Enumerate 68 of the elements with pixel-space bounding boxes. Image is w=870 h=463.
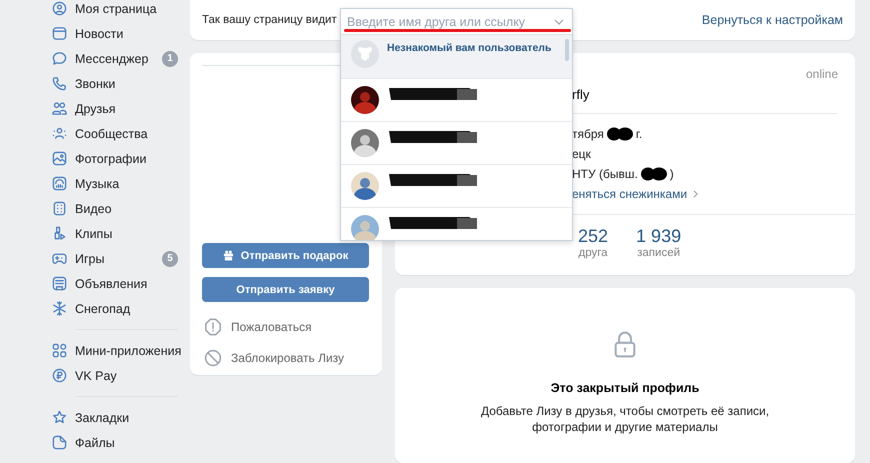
sidebar-item[interactable]: VK Pay [52, 363, 190, 388]
dropdown-item[interactable] [341, 122, 572, 165]
chevron-icon [693, 190, 698, 198]
count-badge: 1 [162, 50, 178, 66]
dropdown-item[interactable]: Незнакомый вам пользователь [341, 35, 572, 79]
sidebar-item[interactable]: Сообщества [52, 121, 190, 146]
action-button[interactable]: Отправить подарок [202, 243, 369, 268]
profile-name: rfly [572, 87, 590, 102]
info-text: НТУ (бывш. [572, 167, 638, 181]
redaction-mark [606, 127, 633, 141]
gift-icon [222, 250, 234, 261]
back-to-settings-link[interactable]: Вернуться к настройкам [702, 13, 843, 27]
ruble-icon [52, 368, 67, 383]
info-text: тября [572, 127, 604, 141]
sidebar-item[interactable]: Моя страница [52, 0, 190, 21]
community-icon [52, 126, 67, 141]
info-text: ) [670, 167, 674, 181]
sidebar-item[interactable]: Файлы [52, 430, 190, 455]
info-text: г. [636, 127, 642, 141]
sidebar-item[interactable]: Мессенджер 1 [52, 46, 190, 71]
dropdown-item[interactable] [341, 79, 572, 122]
snowflake-icon [52, 301, 67, 316]
count-badge: 5 [162, 250, 178, 266]
sidebar-item[interactable]: Фотографии [52, 146, 190, 171]
viewer-label: Так вашу страницу видит [202, 14, 337, 26]
ads-icon [52, 276, 67, 291]
online-status: online [806, 67, 838, 81]
news-icon [52, 26, 67, 41]
chat-bubble-icon [52, 51, 67, 66]
gamepad-icon [52, 251, 67, 266]
sidebar-item[interactable]: Видео [52, 196, 190, 221]
default-avatar-icon [351, 40, 379, 68]
side-action-link[interactable]: Заблокировать Лизу [202, 342, 370, 373]
sidebar-item[interactable]: Клипы [52, 221, 190, 246]
file-icon [52, 435, 67, 450]
sidebar-item[interactable]: Объявления [52, 271, 190, 296]
dropdown-item[interactable] [341, 208, 572, 240]
clips-icon [52, 226, 67, 241]
warning-icon [204, 318, 222, 336]
sidebar-item[interactable]: Музыка [52, 171, 190, 196]
friends-icon [52, 101, 67, 116]
star-icon [52, 410, 67, 425]
counter[interactable]: 1 939 записей [636, 225, 682, 259]
side-action-link[interactable]: Пожаловаться [202, 311, 370, 342]
caret-icon [554, 18, 564, 24]
sidebar-item[interactable]: Снегопад [52, 296, 190, 321]
apps-icon [52, 343, 67, 358]
phone-icon [52, 76, 67, 91]
sidebar-item[interactable]: Друзья [52, 96, 190, 121]
photo-icon [52, 151, 67, 166]
sidebar-item[interactable]: Мини-приложения [52, 338, 190, 363]
music-icon [52, 176, 67, 191]
redaction-mark [640, 167, 667, 181]
dropdown-item[interactable] [341, 165, 572, 208]
sidebar-item[interactable]: Игры 5 [52, 246, 190, 271]
video-icon [52, 201, 67, 216]
closed-profile-text: Добавьте Лизу в друзья, чтобы смотреть её записи, фотографии и другие материалы [480, 403, 770, 435]
sidebar-item[interactable]: Звонки [52, 71, 190, 96]
action-button[interactable]: Отправить заявку [202, 277, 369, 302]
counter[interactable]: 252 друга [578, 225, 608, 259]
closed-profile-title: Это закрытый профиль [550, 381, 700, 395]
sidebar-item[interactable]: Закладки [52, 405, 190, 430]
lock-icon [614, 330, 636, 359]
block-icon [204, 348, 222, 366]
info-text: ецк [572, 147, 591, 161]
sidebar-item[interactable]: Новости [52, 21, 190, 46]
snowflake-link[interactable]: еняться снежинками [572, 187, 688, 201]
profile-icon [52, 1, 67, 16]
